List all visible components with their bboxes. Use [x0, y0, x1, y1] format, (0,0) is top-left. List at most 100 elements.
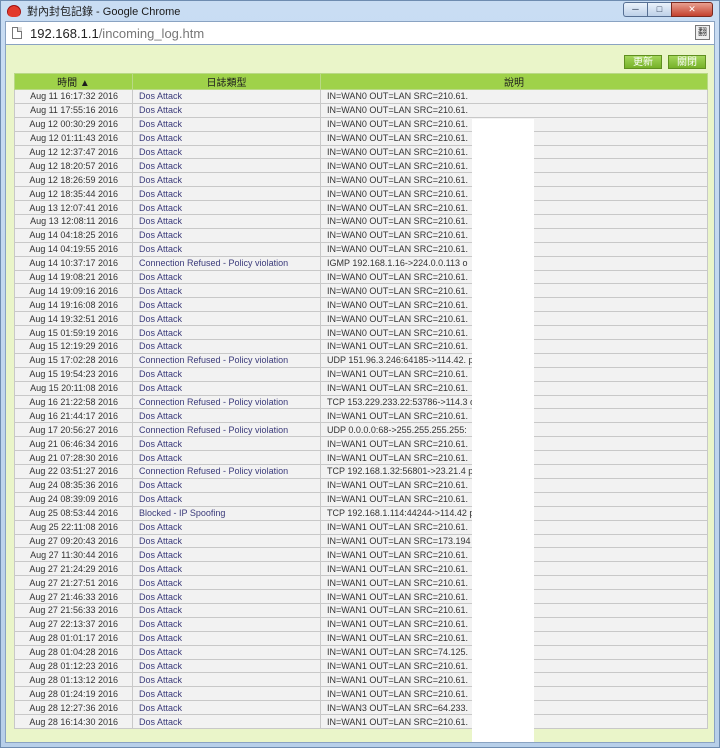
time-cell: Aug 27 11:30:44 2016	[14, 547, 133, 563]
description-column-header[interactable]: 說明	[320, 73, 708, 90]
table-row: Aug 12 18:20:57 2016 Dos Attack IN=WAN0 OU…	[14, 158, 708, 174]
type-cell: Dos Attack	[132, 380, 321, 396]
type-cell: Connection Refused - Policy violation	[132, 394, 321, 410]
close-window-button[interactable]: ✕	[671, 2, 713, 17]
table-row: Aug 27 11:30:44 2016 Dos Attack IN=WAN1 OU…	[14, 547, 708, 563]
table-row: Aug 25 22:11:08 2016 Dos Attack IN=WAN1 OU…	[14, 519, 708, 535]
table-row: Aug 14 19:32:51 2016 Dos Attack IN=WAN0 OU…	[14, 311, 708, 327]
refresh-button[interactable]: 更新	[624, 55, 662, 69]
type-cell: Dos Attack	[132, 297, 321, 313]
time-cell: Aug 28 01:24:19 2016	[14, 686, 133, 702]
type-cell: Dos Attack	[132, 658, 321, 674]
time-cell: Aug 15 01:59:19 2016	[14, 325, 133, 341]
time-cell: Aug 15 12:19:29 2016	[14, 339, 133, 354]
time-cell: Aug 11 17:55:16 2016	[14, 102, 133, 118]
page-icon	[12, 27, 22, 39]
url-text[interactable]: 192.168.1.1/incoming_log.htm	[30, 26, 204, 41]
type-cell: Dos Attack	[132, 339, 321, 354]
table-row: Aug 27 22:13:37 2016 Dos Attack IN=WAN1 OU…	[14, 616, 708, 632]
time-cell: Aug 28 01:12:23 2016	[14, 658, 133, 674]
time-cell: Aug 25 22:11:08 2016	[14, 519, 133, 535]
type-cell: Dos Attack	[132, 672, 321, 688]
type-cell: Dos Attack	[132, 116, 321, 132]
time-cell: Aug 13 12:08:11 2016	[14, 214, 133, 229]
table-row: Aug 14 10:37:17 2016 Connection Refused -…	[14, 255, 708, 271]
log-table: 時間 ▲ 日誌類型 說明 Aug 11 16:17:32 2016 Dos Att…	[14, 73, 708, 729]
type-cell: Dos Attack	[132, 200, 321, 216]
type-cell: Dos Attack	[132, 630, 321, 646]
time-cell: Aug 12 01:11:43 2016	[14, 130, 133, 146]
description-cell: IN=WAN0 OUT=LAN SRC=210.61.	[320, 89, 708, 104]
window-controls: ─ □ ✕	[623, 2, 713, 17]
time-cell: Aug 14 19:32:51 2016	[14, 311, 133, 327]
type-cell: Dos Attack	[132, 144, 321, 160]
time-cell: Aug 28 01:01:17 2016	[14, 630, 133, 646]
table-row: Aug 28 01:01:17 2016 Dos Attack IN=WAN1 OU…	[14, 630, 708, 646]
table-row: Aug 27 21:24:29 2016 Dos Attack IN=WAN1 OU…	[14, 561, 708, 577]
type-cell: Connection Refused - Policy violation	[132, 422, 321, 438]
type-cell: Dos Attack	[132, 408, 321, 424]
time-cell: Aug 27 21:46:33 2016	[14, 589, 133, 604]
table-row: Aug 24 08:35:36 2016 Dos Attack IN=WAN1 OU…	[14, 477, 708, 493]
table-row: Aug 11 16:17:32 2016 Dos Attack IN=WAN0 OU…	[14, 89, 708, 104]
type-cell: Dos Attack	[132, 589, 321, 604]
table-row: Aug 16 21:44:17 2016 Dos Attack IN=WAN1 OU…	[14, 408, 708, 424]
table-row: Aug 28 16:14:30 2016 Dos Attack IN=WAN1 OU…	[14, 714, 708, 729]
type-cell: Dos Attack	[132, 700, 321, 716]
type-cell: Dos Attack	[132, 477, 321, 493]
time-cell: Aug 14 19:09:16 2016	[14, 283, 133, 299]
minimize-button[interactable]: ─	[623, 2, 647, 17]
type-cell: Dos Attack	[132, 325, 321, 341]
time-cell: Aug 28 01:04:28 2016	[14, 644, 133, 660]
table-row: Aug 14 04:19:55 2016 Dos Attack IN=WAN0 OU…	[14, 241, 708, 257]
close-button[interactable]: 關閉	[668, 55, 706, 69]
time-cell: Aug 12 18:35:44 2016	[14, 186, 133, 202]
type-cell: Dos Attack	[132, 214, 321, 229]
type-cell: Dos Attack	[132, 241, 321, 257]
time-cell: Aug 14 04:19:55 2016	[14, 241, 133, 257]
time-cell: Aug 12 18:26:59 2016	[14, 172, 133, 188]
address-bar[interactable]: 192.168.1.1/incoming_log.htm 翻	[5, 21, 715, 45]
table-row: Aug 15 17:02:28 2016 Connection Refused -…	[14, 352, 708, 368]
table-row: Aug 11 17:55:16 2016 Dos Attack IN=WAN0 OU…	[14, 102, 708, 118]
time-cell: Aug 12 12:37:47 2016	[14, 144, 133, 160]
type-cell: Connection Refused - Policy violation	[132, 352, 321, 368]
url-path: /incoming_log.htm	[98, 25, 205, 41]
type-cell: Dos Attack	[132, 686, 321, 702]
type-cell: Dos Attack	[132, 575, 321, 591]
time-cell: Aug 27 22:13:37 2016	[14, 616, 133, 632]
table-row: Aug 12 00:30:29 2016 Dos Attack IN=WAN0 OU…	[14, 116, 708, 132]
url-host: 192.168.1.1	[30, 25, 99, 41]
title-bar[interactable]: 對內封包記錄 - Google Chrome ─ □ ✕	[1, 1, 719, 21]
time-cell: Aug 14 19:08:21 2016	[14, 269, 133, 285]
chrome-app-icon	[7, 5, 21, 17]
time-cell: Aug 15 19:54:23 2016	[14, 366, 133, 382]
type-cell: Dos Attack	[132, 89, 321, 104]
type-cell: Dos Attack	[132, 491, 321, 507]
type-column-header[interactable]: 日誌類型	[132, 73, 321, 90]
time-column-header[interactable]: 時間 ▲	[14, 73, 133, 90]
time-cell: Aug 24 08:39:09 2016	[14, 491, 133, 507]
type-cell: Dos Attack	[132, 186, 321, 202]
time-cell: Aug 21 07:28:30 2016	[14, 450, 133, 466]
time-cell: Aug 28 16:14:30 2016	[14, 714, 133, 729]
type-cell: Dos Attack	[132, 102, 321, 118]
table-row: Aug 14 19:08:21 2016 Dos Attack IN=WAN0 OU…	[14, 269, 708, 285]
table-row: Aug 21 07:28:30 2016 Dos Attack IN=WAN1 OU…	[14, 450, 708, 466]
description-cell: IN=WAN0 OUT=LAN SRC=210.61.	[320, 102, 708, 118]
table-row: Aug 21 06:46:34 2016 Dos Attack IN=WAN1 OU…	[14, 436, 708, 452]
maximize-button[interactable]: □	[647, 2, 671, 17]
time-cell: Aug 28 01:13:12 2016	[14, 672, 133, 688]
table-row: Aug 28 01:12:23 2016 Dos Attack IN=WAN1 OU…	[14, 658, 708, 674]
type-cell: Dos Attack	[132, 533, 321, 549]
type-cell: Blocked - IP Spoofing	[132, 505, 321, 521]
time-cell: Aug 14 04:18:25 2016	[14, 227, 133, 243]
table-row: Aug 25 08:53:44 2016 Blocked - IP Spoofin…	[14, 505, 708, 521]
time-cell: Aug 22 03:51:27 2016	[14, 464, 133, 479]
table-row: Aug 28 01:24:19 2016 Dos Attack IN=WAN1 OU…	[14, 686, 708, 702]
window-title: 對內封包記錄 - Google Chrome	[27, 6, 181, 18]
log-table-body: Aug 11 16:17:32 2016 Dos Attack IN=WAN0 OU…	[14, 89, 708, 729]
translate-icon[interactable]: 翻	[695, 25, 710, 40]
time-cell: Aug 12 00:30:29 2016	[14, 116, 133, 132]
type-cell: Dos Attack	[132, 283, 321, 299]
